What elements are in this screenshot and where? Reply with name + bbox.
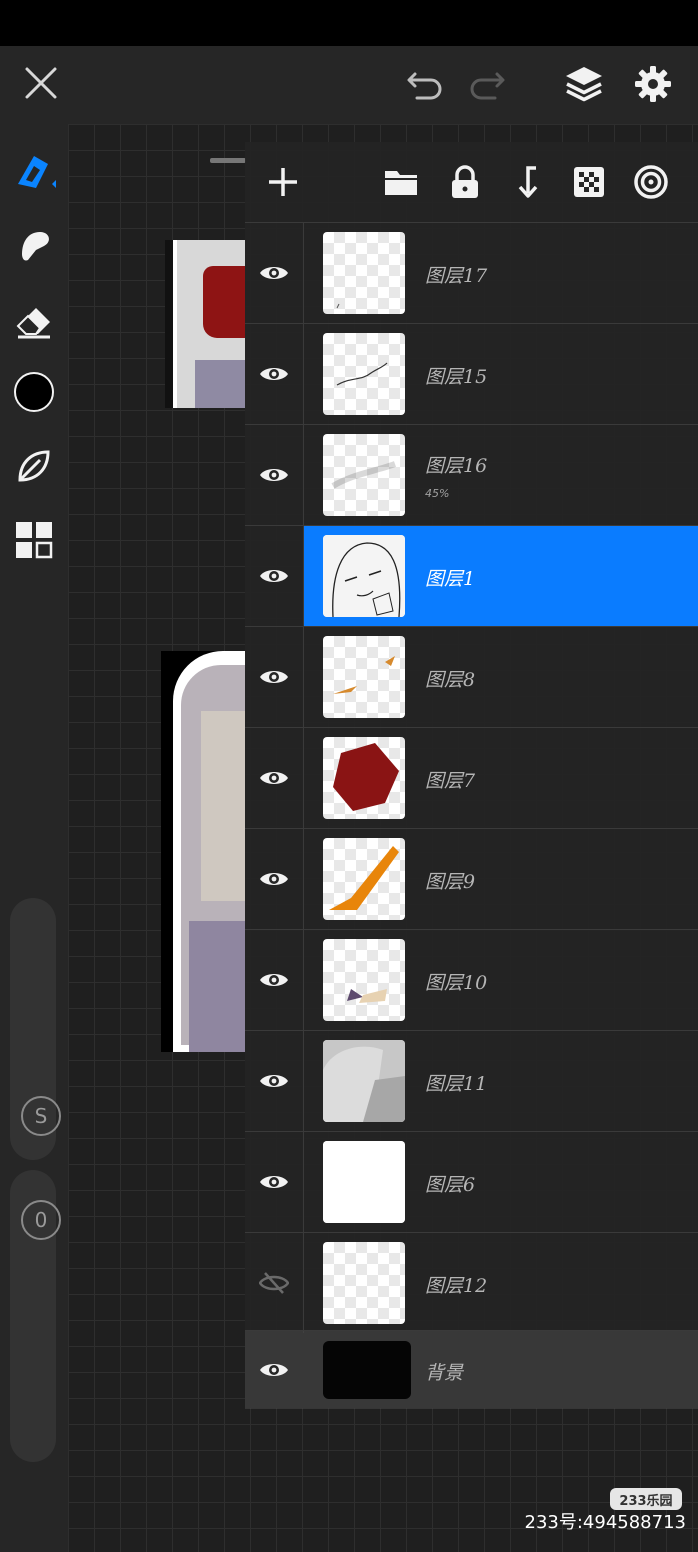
alpha-lock-icon[interactable] (569, 162, 609, 202)
layer-row[interactable]: 图层16 45% (245, 424, 698, 525)
eye-icon (260, 469, 288, 481)
layer-row[interactable]: 图层9 (245, 828, 698, 929)
blend-icon[interactable] (631, 162, 671, 202)
add-layer-icon[interactable] (263, 162, 303, 202)
layer-name: 图层11 (425, 1073, 488, 1095)
layer-thumbnail[interactable] (323, 939, 405, 1021)
color-icon[interactable] (10, 368, 58, 416)
background-layer-row[interactable]: 背景 (245, 1330, 698, 1409)
layer-visibility-toggle[interactable] (245, 1132, 304, 1232)
layer-row[interactable]: 图层6 (245, 1131, 698, 1232)
layer-visibility-toggle[interactable] (245, 1331, 303, 1409)
watermark-text: 233号:494588713 (524, 1512, 687, 1533)
layer-visibility-toggle[interactable] (245, 1031, 304, 1131)
eye-icon (260, 1176, 288, 1188)
layers-panel: 图层17 图层15 图层16 45% 图层1 图层8 图层7 图层9 图层10 图层11 图层6 图层… (245, 142, 698, 1409)
layer-name: 图层12 (425, 1275, 488, 1297)
brush-icon[interactable] (10, 148, 58, 196)
eye-hidden-icon (259, 1272, 289, 1294)
canvas-handle (210, 158, 246, 163)
layer-name: 图层17 (425, 265, 488, 287)
layer-thumbnail[interactable] (323, 1242, 405, 1324)
background-layer-name: 背景 (425, 1362, 464, 1384)
layer-row[interactable]: 图层8 (245, 626, 698, 727)
shape-icon[interactable] (10, 442, 58, 490)
lock-icon[interactable] (445, 162, 485, 202)
layer-name: 图层6 (425, 1174, 476, 1196)
eye-icon (260, 368, 288, 380)
layer-name: 图层1 (425, 568, 476, 590)
top-toolbar (0, 46, 698, 124)
layer-visibility-toggle[interactable] (245, 930, 304, 1030)
gallery-icon[interactable] (10, 516, 58, 564)
size-label: S (21, 1096, 61, 1136)
layer-name: 图层9 (425, 871, 476, 893)
layer-name: 图层15 (425, 366, 488, 388)
opacity-label: 0 (21, 1200, 61, 1240)
layer-row[interactable]: 图层15 (245, 323, 698, 424)
close-icon[interactable] (20, 62, 62, 104)
artwork-main-fragment (161, 651, 245, 1052)
layer-name: 图层10 (425, 972, 488, 994)
layer-row[interactable]: 图层12 (245, 1232, 698, 1333)
layer-thumbnail[interactable] (323, 535, 405, 617)
layer-thumbnail[interactable] (323, 1040, 405, 1122)
eye-icon (260, 1364, 288, 1376)
layers-panel-toolbar (245, 142, 698, 222)
eye-icon (260, 1075, 288, 1087)
layer-thumbnail[interactable] (323, 232, 405, 314)
eye-icon (260, 570, 288, 582)
undo-icon[interactable] (402, 64, 448, 104)
layer-thumbnail[interactable] (323, 737, 405, 819)
layer-opacity: 45% (425, 487, 450, 500)
brush-opacity-slider[interactable]: 0 (10, 1170, 61, 1462)
layer-visibility-toggle[interactable] (245, 526, 304, 626)
layer-row[interactable]: 图层10 (245, 929, 698, 1030)
eraser-icon[interactable] (10, 296, 58, 344)
eye-icon (260, 267, 288, 279)
layer-row[interactable]: 图层17 (245, 222, 698, 323)
layer-visibility-toggle[interactable] (245, 728, 304, 828)
layer-thumbnail[interactable] (323, 1141, 405, 1223)
layer-name: 图层8 (425, 669, 476, 691)
eye-icon (260, 671, 288, 683)
layer-row[interactable]: 图层7 (245, 727, 698, 828)
layer-name: 图层16 (425, 455, 488, 477)
layer-visibility-toggle[interactable] (245, 627, 304, 727)
layer-visibility-toggle[interactable] (245, 1233, 304, 1333)
gear-icon[interactable] (630, 62, 676, 106)
layers-icon[interactable] (560, 62, 608, 106)
layer-thumbnail[interactable] (323, 838, 405, 920)
eye-icon (260, 772, 288, 784)
eye-icon (260, 873, 288, 885)
layer-visibility-toggle[interactable] (245, 829, 304, 929)
watermark-logo: 233乐园 (610, 1488, 682, 1510)
brush-size-slider[interactable]: S (10, 898, 61, 1160)
layer-visibility-toggle[interactable] (245, 425, 304, 525)
layer-name: 图层7 (425, 770, 476, 792)
layer-thumbnail[interactable] (323, 636, 405, 718)
smudge-icon[interactable] (10, 220, 58, 268)
left-toolbar: S 0 (0, 124, 68, 1552)
merge-down-icon[interactable] (507, 162, 547, 202)
artwork-top-fragment (165, 240, 245, 408)
layer-row[interactable]: 图层1 (245, 525, 698, 626)
background-color-swatch[interactable] (323, 1341, 411, 1399)
layer-visibility-toggle[interactable] (245, 324, 304, 424)
folder-icon[interactable] (381, 162, 421, 202)
layer-row[interactable]: 图层11 (245, 1030, 698, 1131)
layer-thumbnail[interactable] (323, 333, 405, 415)
layer-thumbnail[interactable] (323, 434, 405, 516)
redo-icon[interactable] (464, 64, 510, 104)
status-bar (0, 0, 698, 46)
layer-visibility-toggle[interactable] (245, 223, 304, 323)
eye-icon (260, 974, 288, 986)
